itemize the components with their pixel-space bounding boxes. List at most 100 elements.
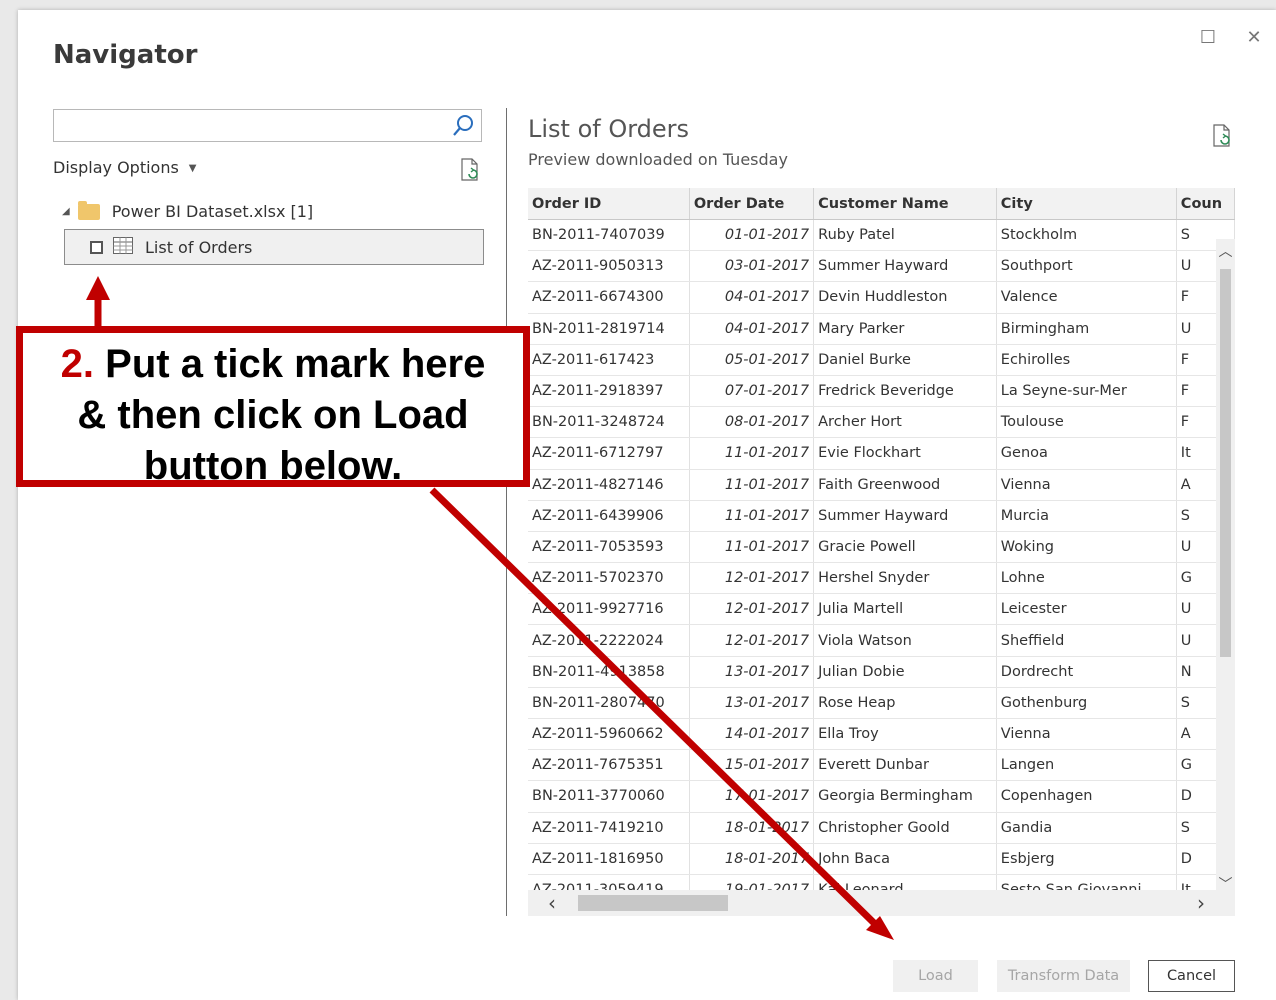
- table-cell: 04-01-2017: [689, 281, 815, 314]
- table-cell: AZ-2011-2918397: [528, 375, 690, 408]
- column-header[interactable]: Order Date: [689, 188, 815, 220]
- table-cell: Faith Greenwood: [813, 469, 997, 501]
- table-cell: Julian Dobie: [813, 656, 997, 688]
- search-box[interactable]: [53, 109, 482, 142]
- table-cell: Esbjerg: [996, 843, 1177, 875]
- table-row: AZ-2011-9050313 03-01-2017 Summer Hayward S…: [528, 250, 1235, 283]
- column-header[interactable]: Order ID: [528, 188, 690, 220]
- table-cell: Fredrick Beveridge: [813, 375, 997, 408]
- vertical-scrollbar[interactable]: ︿ ﹀: [1216, 239, 1235, 898]
- table-cell: Stockholm: [996, 219, 1177, 252]
- table-cell: BN-2011-7407039: [528, 219, 690, 252]
- column-header[interactable]: Customer Name: [813, 188, 997, 220]
- table-cell: AZ-2011-7675351: [528, 749, 690, 782]
- table-cell: La Seyne-sur-Mer: [996, 375, 1177, 408]
- table-row: AZ-2011-6674300 04-01-2017 Devin Huddlesto…: [528, 281, 1235, 314]
- search-icon[interactable]: [451, 114, 475, 142]
- table-row: BN-2011-2807470 13-01-2017 Rose Heap Gothen…: [528, 687, 1235, 720]
- table-cell: AZ-2011-5960662: [528, 718, 690, 751]
- cancel-button[interactable]: Cancel: [1148, 960, 1235, 992]
- table-row: BN-2011-7407039 01-01-2017 Ruby Patel Stock…: [528, 219, 1235, 252]
- table-cell: Sheffield: [996, 624, 1177, 657]
- callout-line-1: Put a tick mark here: [94, 342, 486, 386]
- table-cell: Birmingham: [996, 313, 1177, 345]
- preview-title: List of Orders: [528, 115, 690, 143]
- callout-line-3: button below.: [143, 444, 403, 488]
- table-cell: 11-01-2017: [689, 500, 815, 532]
- table-cell: Langen: [996, 749, 1177, 782]
- load-button[interactable]: Load: [893, 960, 978, 992]
- table-cell: 15-01-2017: [689, 749, 815, 782]
- scroll-left-icon[interactable]: ‹: [548, 891, 556, 915]
- table-cell: 05-01-2017: [689, 344, 815, 376]
- table-cell: 08-01-2017: [689, 406, 815, 439]
- tree-item-list-of-orders[interactable]: List of Orders: [64, 229, 484, 265]
- close-icon[interactable]: ✕: [1244, 28, 1264, 48]
- table-cell: Hershel Snyder: [813, 562, 997, 595]
- table-cell: Rose Heap: [813, 687, 997, 720]
- collapse-icon[interactable]: ◢: [62, 206, 70, 217]
- table-cell: Summer Hayward: [813, 250, 997, 283]
- table-cell: 01-01-2017: [689, 219, 815, 252]
- table-cell: 13-01-2017: [689, 687, 815, 720]
- horizontal-scrollbar[interactable]: ‹ ›: [528, 890, 1235, 916]
- table-row: AZ-2011-5702370 12-01-2017 Hershel Snyder L…: [528, 562, 1235, 595]
- table-cell: Christopher Goold: [813, 812, 997, 844]
- table-cell: 03-01-2017: [689, 250, 815, 283]
- display-options-dropdown[interactable]: Display Options ▼: [53, 158, 197, 177]
- panel-divider[interactable]: [506, 108, 507, 916]
- transform-data-button[interactable]: Transform Data: [997, 960, 1130, 992]
- navigator-dialog: ☐ ✕ Navigator Display Options ▼ ◢ Power B…: [18, 10, 1276, 1000]
- table-row: BN-2011-4913858 13-01-2017 Julian Dobie Dor…: [528, 656, 1235, 688]
- table-cell: Toulouse: [996, 406, 1177, 439]
- table-cell: 12-01-2017: [689, 624, 815, 657]
- table-cell: 12-01-2017: [689, 593, 815, 626]
- maximize-icon[interactable]: ☐: [1198, 28, 1218, 48]
- table-cell: Gandia: [996, 812, 1177, 844]
- table-cell: AZ-2011-7053593: [528, 531, 690, 564]
- table-cell: 07-01-2017: [689, 375, 815, 408]
- table-cell: Summer Hayward: [813, 500, 997, 532]
- table-cell: Julia Martell: [813, 593, 997, 626]
- callout-line-2: & then click on Load: [77, 393, 469, 437]
- scroll-right-icon[interactable]: ›: [1197, 891, 1205, 915]
- table-cell: Vienna: [996, 469, 1177, 501]
- table-cell: 11-01-2017: [689, 531, 815, 564]
- table-cell: Southport: [996, 250, 1177, 283]
- table-cell: 18-01-2017: [689, 812, 815, 844]
- list-of-orders-checkbox[interactable]: [90, 240, 103, 254]
- table-row: AZ-2011-9927716 12-01-2017 Julia Martell Le…: [528, 593, 1235, 626]
- column-header[interactable]: City: [996, 188, 1177, 220]
- table-cell: AZ-2011-1816950: [528, 843, 690, 875]
- table-row: AZ-2011-5960662 14-01-2017 Ella Troy Vienna…: [528, 718, 1235, 751]
- table-cell: Genoa: [996, 437, 1177, 470]
- table-cell: Murcia: [996, 500, 1177, 532]
- table-row: AZ-2011-2222024 12-01-2017 Viola Watson She…: [528, 624, 1235, 657]
- table-cell: Copenhagen: [996, 780, 1177, 813]
- table-cell: AZ-2011-2222024: [528, 624, 690, 657]
- column-header[interactable]: Coun: [1176, 188, 1235, 220]
- horizontal-scroll-thumb[interactable]: [578, 895, 728, 911]
- table-cell: Valence: [996, 281, 1177, 314]
- table-cell: 14-01-2017: [689, 718, 815, 751]
- refresh-document-icon[interactable]: [1212, 124, 1232, 148]
- table-cell: BN-2011-4913858: [528, 656, 690, 688]
- tree-root-file[interactable]: ◢ Power BI Dataset.xlsx [1]: [62, 200, 313, 221]
- table-cell: AZ-2011-6674300: [528, 281, 690, 314]
- refresh-document-icon[interactable]: [460, 158, 480, 182]
- table-cell: BN-2011-2819714: [528, 313, 690, 345]
- table-cell: AZ-2011-617423: [528, 344, 690, 376]
- table-cell: Ella Troy: [813, 718, 997, 751]
- dialog-title: Navigator: [53, 40, 198, 70]
- table-cell: 12-01-2017: [689, 562, 815, 595]
- search-input[interactable]: [56, 112, 450, 140]
- table-cell: BN-2011-3248724: [528, 406, 690, 439]
- table-cell: BN-2011-2807470: [528, 687, 690, 720]
- vertical-scroll-thumb[interactable]: [1220, 269, 1231, 657]
- scroll-up-icon[interactable]: ︿: [1216, 241, 1235, 261]
- table-cell: Archer Hort: [813, 406, 997, 439]
- folder-icon: [77, 200, 100, 220]
- table-row: AZ-2011-7053593 11-01-2017 Gracie Powell Wo…: [528, 531, 1235, 564]
- chevron-down-icon: ▼: [188, 163, 197, 174]
- table-cell: Echirolles: [996, 344, 1177, 376]
